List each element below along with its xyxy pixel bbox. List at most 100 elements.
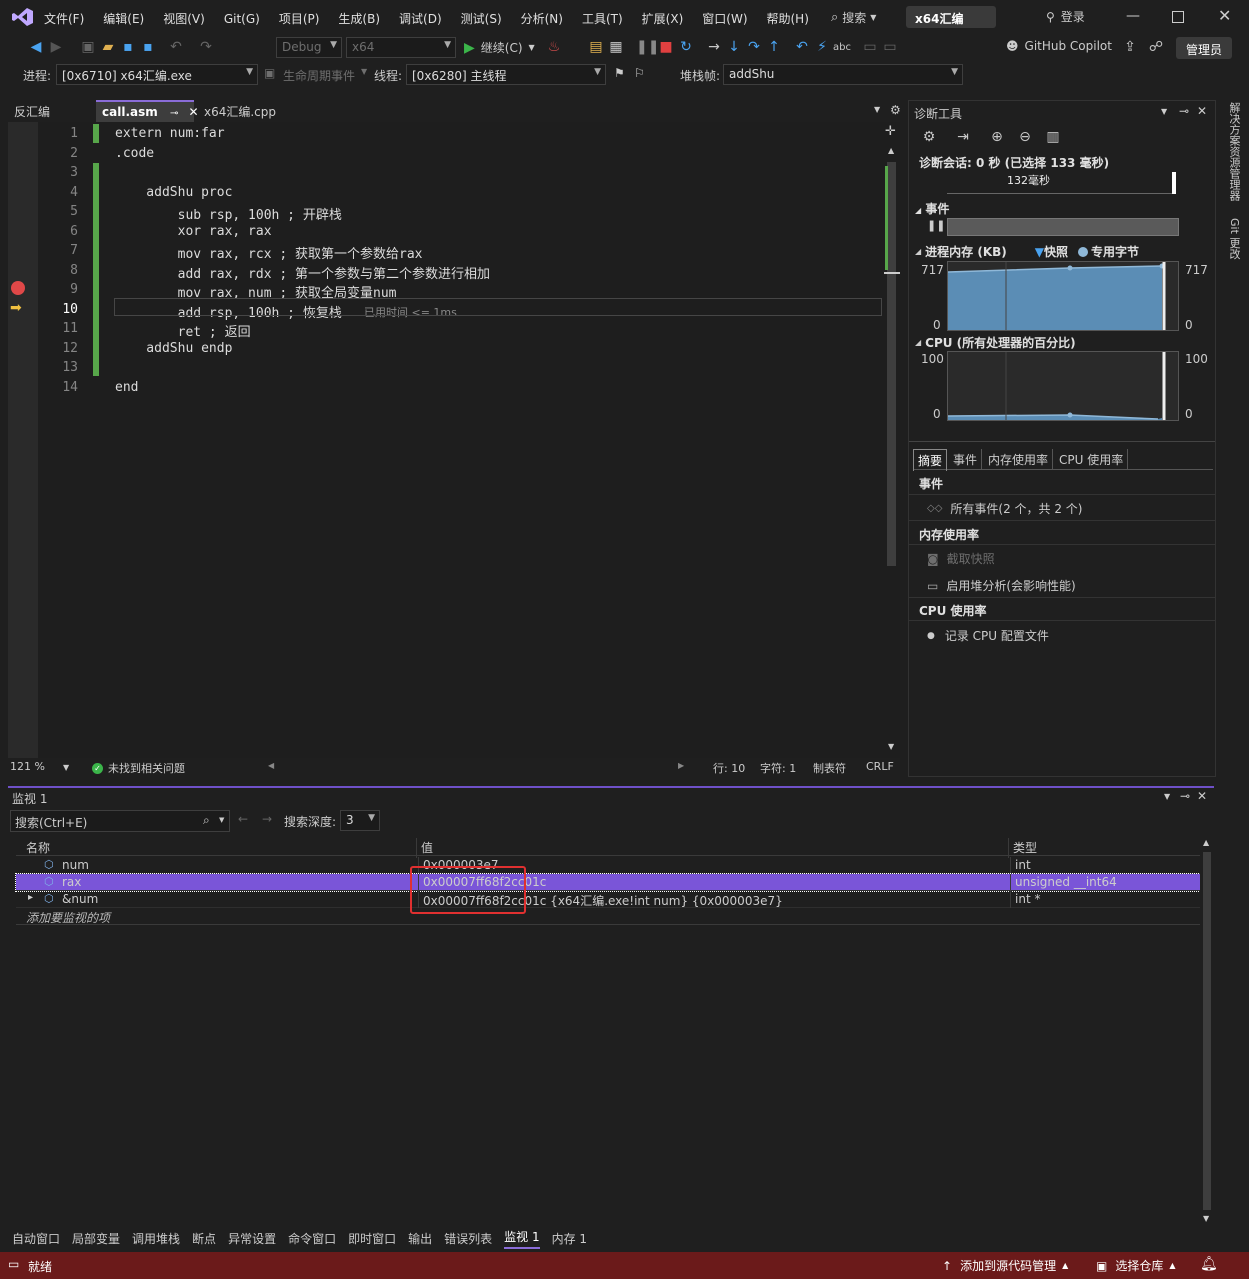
bottom-tab[interactable]: 自动窗口: [12, 1230, 60, 1247]
menu-item[interactable]: 窗口(W): [702, 10, 747, 27]
issues-indicator[interactable]: ✓ 未找到相关问题: [92, 760, 185, 776]
back-icon[interactable]: ◀: [26, 39, 46, 55]
menu-item[interactable]: Git(G): [224, 12, 260, 26]
step-back-icon[interactable]: ↶: [792, 39, 812, 55]
watch-row[interactable]: ⬡ rax 0x00007ff68f2cc01c unsigned __int64: [15, 873, 1207, 892]
timeline-cursor[interactable]: [1172, 172, 1176, 194]
save-icon[interactable]: ▪: [118, 39, 138, 55]
tab-overflow-icon[interactable]: ▼: [874, 105, 880, 114]
diag-tab[interactable]: 内存使用率: [984, 449, 1054, 470]
pin-icon[interactable]: ⊸: [1180, 789, 1190, 803]
collapse-icon[interactable]: ◢: [915, 206, 921, 215]
layout-icon[interactable]: ▦: [606, 39, 626, 55]
collapse-icon[interactable]: ◢: [915, 338, 921, 347]
minimize-button[interactable]: —: [1126, 8, 1140, 24]
continue-button[interactable]: ▶ 继续(C) ▼: [464, 39, 535, 56]
close-window-button[interactable]: ✕: [1218, 6, 1231, 25]
bottom-tab[interactable]: 监视 1: [504, 1228, 540, 1249]
git-changes-tab[interactable]: Git 更改: [1226, 218, 1242, 259]
lifecycle-events-label[interactable]: 生命周期事件: [283, 67, 355, 84]
tab-call-asm[interactable]: call.asm ⊸ ✕: [96, 100, 199, 122]
watch-name[interactable]: num: [58, 857, 93, 874]
redo-icon[interactable]: ↷: [196, 39, 216, 55]
code-line[interactable]: .code: [115, 146, 154, 161]
close-icon[interactable]: ✕: [1197, 789, 1207, 803]
bottom-tab[interactable]: 异常设置: [228, 1230, 276, 1247]
bottom-tab[interactable]: 输出: [408, 1230, 432, 1247]
export-icon[interactable]: ⇥: [953, 129, 973, 145]
search-back-icon[interactable]: ←: [238, 812, 248, 826]
all-events-link[interactable]: ◇◇ 所有事件(2 个，共 2 个): [927, 500, 1082, 517]
scrollbar-thumb[interactable]: [1203, 852, 1211, 1210]
add-source-control-button[interactable]: ↑ 添加到源代码管理 ▲: [942, 1257, 1068, 1274]
uncomment-icon[interactable]: ▭: [880, 39, 900, 55]
diag-tab[interactable]: CPU 使用率: [1055, 449, 1129, 470]
code-line[interactable]: add rax, rdx ; 第一个参数与第二个参数进行相加: [115, 263, 490, 282]
forward-icon[interactable]: ▶: [46, 39, 66, 55]
bottom-tab[interactable]: 内存 1: [552, 1230, 587, 1247]
open-folder-icon[interactable]: ▰: [98, 39, 118, 55]
zoom-dropdown[interactable]: 121 % ▼: [10, 760, 69, 773]
menu-item[interactable]: 工具(T): [582, 10, 623, 27]
expand-icon[interactable]: ▸: [28, 892, 33, 903]
watch-name[interactable]: rax: [58, 874, 85, 891]
menu-item[interactable]: 视图(V): [163, 10, 205, 27]
search-icon[interactable]: ⌕: [203, 813, 210, 828]
heap-analysis-button[interactable]: ▭ 启用堆分析(会影响性能): [927, 577, 1076, 594]
feedback-icon[interactable]: ☍: [1146, 39, 1166, 55]
menu-item[interactable]: 项目(P): [279, 10, 320, 27]
bottom-tab[interactable]: 命令窗口: [288, 1230, 336, 1247]
zoom-in-icon[interactable]: ⊕: [987, 129, 1007, 145]
menu-item[interactable]: 生成(B): [338, 10, 380, 27]
chevron-down-icon[interactable]: ▼: [219, 816, 224, 824]
chart-icon[interactable]: ▥: [1043, 129, 1063, 145]
bottom-tab[interactable]: 局部变量: [72, 1230, 120, 1247]
menu-item[interactable]: 调试(D): [399, 10, 442, 27]
menu-item[interactable]: 分析(N): [521, 10, 563, 27]
github-copilot-button[interactable]: ☻ GitHub Copilot: [1006, 39, 1112, 53]
restart-icon[interactable]: ↻: [676, 39, 696, 55]
close-icon[interactable]: ✕: [1197, 104, 1207, 118]
add-watch-row[interactable]: 添加要监视的项: [16, 908, 1206, 925]
login-button[interactable]: ⚲ 登录: [1046, 8, 1085, 25]
split-icon[interactable]: ✛: [885, 124, 896, 139]
add-watch-placeholder[interactable]: 添加要监视的项: [22, 908, 114, 925]
chevron-down-icon[interactable]: ▼: [1161, 107, 1167, 116]
search-menu[interactable]: ⌕ 搜索 ▼: [831, 9, 876, 26]
step-out-icon[interactable]: ↑: [764, 39, 784, 55]
breakpoint-icon[interactable]: [11, 281, 25, 295]
select-repo-button[interactable]: ▣ 选择仓库 ▲: [1096, 1257, 1176, 1274]
watch-vertical-scrollbar[interactable]: ▲ ▼: [1200, 838, 1214, 1226]
scroll-right-icon[interactable]: ▶: [678, 761, 684, 770]
new-item-icon[interactable]: ▣: [78, 39, 98, 55]
gear-icon[interactable]: ⚙: [890, 103, 901, 117]
tab-x64-cpp[interactable]: x64汇编.cpp: [198, 100, 282, 122]
scroll-down-icon[interactable]: ▼: [1203, 1214, 1209, 1223]
pause-icon[interactable]: ❚❚: [636, 39, 659, 55]
code-line[interactable]: extern num:far: [115, 126, 225, 141]
code-line[interactable]: xor rax, rax: [115, 224, 272, 239]
scroll-up-icon[interactable]: ▲: [888, 146, 894, 155]
vertical-scrollbar[interactable]: ✛ ▲ ▼: [884, 122, 900, 758]
take-snapshot-button[interactable]: ◙ 截取快照: [927, 550, 995, 567]
solution-explorer-tab[interactable]: 解决方案资源管理器: [1226, 102, 1242, 201]
configuration-dropdown[interactable]: Debug ▼: [276, 37, 342, 58]
thread-filter-icon[interactable]: ⚐: [634, 66, 645, 80]
scrollbar-thumb[interactable]: [887, 162, 896, 566]
scroll-down-icon[interactable]: ▼: [888, 742, 894, 751]
line-indicator[interactable]: 行: 10: [713, 760, 745, 776]
platform-dropdown[interactable]: x64 ▼: [346, 37, 456, 58]
menu-item[interactable]: 帮助(H): [767, 10, 809, 27]
code-editor[interactable]: ➡ 1 extern num:far 2 .code 3 4 addShu proc 5 s…: [8, 122, 900, 758]
pin-icon[interactable]: ⊸: [170, 108, 178, 119]
cpu-chart[interactable]: [947, 351, 1179, 421]
search-forward-icon[interactable]: →: [262, 812, 272, 826]
notifications-icon[interactable]: 🔔︎: [1200, 1256, 1218, 1272]
menu-item[interactable]: 文件(F): [44, 10, 84, 27]
collapse-icon[interactable]: ◢: [915, 247, 921, 256]
column-header-value[interactable]: 值: [416, 838, 437, 858]
menu-item[interactable]: 编辑(E): [103, 10, 144, 27]
tab-disassembly[interactable]: 反汇编: [8, 100, 56, 122]
show-next-statement-icon[interactable]: →: [704, 39, 724, 55]
breakpoint-gutter[interactable]: [8, 122, 38, 758]
